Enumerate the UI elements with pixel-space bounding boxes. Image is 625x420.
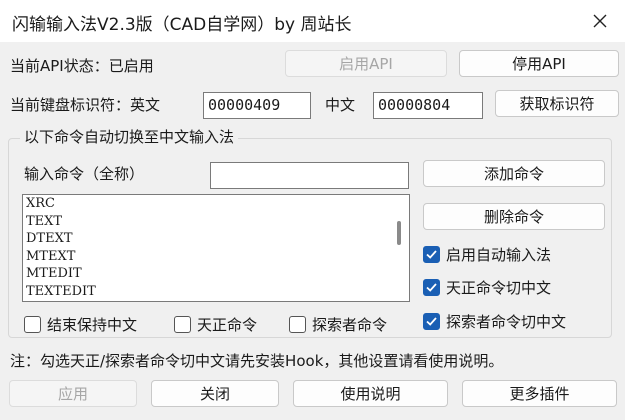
- check-icon: [426, 283, 437, 292]
- keyboard-id-label: 当前键盘标识符：英文: [10, 96, 161, 114]
- explorer-cmd-checkbox[interactable]: 探索者命令: [289, 314, 387, 335]
- more-plugins-button[interactable]: 更多插件: [462, 380, 617, 407]
- command-input[interactable]: [210, 162, 409, 189]
- tianzheng-switch-checkbox[interactable]: 天正命令切中文: [423, 277, 551, 298]
- tianzheng-cmd-checkbox[interactable]: 天正命令: [174, 314, 257, 335]
- checkbox-box: [24, 316, 41, 333]
- group-title: 以下命令自动切换至中文输入法: [20, 126, 239, 147]
- list-item[interactable]: DTEXT: [23, 230, 409, 248]
- english-id-field[interactable]: 00000409: [203, 92, 311, 119]
- list-item[interactable]: TEXT: [23, 213, 409, 231]
- tianzheng-cmd-label: 天正命令: [197, 316, 258, 334]
- window-title: 闪输输入法V2.3版（CAD自学网）by 周站长: [12, 15, 352, 35]
- end-keep-chinese-label: 结束保持中文: [47, 316, 138, 334]
- add-command-button[interactable]: 添加命令: [423, 160, 605, 187]
- close-dialog-button[interactable]: 关闭: [151, 380, 279, 407]
- check-icon: [426, 317, 437, 326]
- auto-input-checkbox[interactable]: 启用自动输入法: [423, 244, 551, 265]
- enable-api-button[interactable]: 启用API: [285, 50, 447, 77]
- app-window: 闪输输入法V2.3版（CAD自学网）by 周站长 当前API状态：已启用 启用A…: [0, 0, 625, 420]
- tianzheng-switch-label: 天正命令切中文: [446, 279, 552, 297]
- explorer-cmd-label: 探索者命令: [312, 316, 388, 334]
- close-icon: [593, 14, 607, 28]
- apply-button[interactable]: 应用: [9, 380, 137, 407]
- end-keep-chinese-checkbox[interactable]: 结束保持中文: [24, 314, 137, 335]
- check-icon: [426, 250, 437, 259]
- command-list[interactable]: XRC TEXT DTEXT MTEXT MTEDIT TEXTEDIT: [22, 194, 410, 302]
- list-item[interactable]: MTEDIT: [23, 265, 409, 283]
- explorer-switch-label: 探索者命令切中文: [446, 313, 567, 331]
- hook-note: 注：勾选天正/探索者命令切中文请先安装Hook，其他设置请看使用说明。: [10, 352, 504, 370]
- checkbox-box: [423, 313, 440, 330]
- explorer-switch-checkbox[interactable]: 探索者命令切中文: [423, 311, 566, 332]
- list-item[interactable]: MTEXT: [23, 248, 409, 266]
- close-button[interactable]: [585, 6, 615, 36]
- auto-input-label: 启用自动输入法: [446, 246, 552, 264]
- list-item[interactable]: XRC: [23, 195, 409, 213]
- get-id-button[interactable]: 获取标识符: [495, 90, 619, 117]
- disable-api-button[interactable]: 停用API: [459, 50, 619, 77]
- checkbox-box: [289, 316, 306, 333]
- delete-command-button[interactable]: 删除命令: [423, 203, 605, 230]
- command-input-label: 输入命令（全称）: [24, 165, 145, 183]
- chinese-id-field[interactable]: 00000804: [373, 92, 483, 119]
- list-scrollbar[interactable]: [397, 221, 401, 245]
- manual-button[interactable]: 使用说明: [293, 380, 448, 407]
- chinese-id-label: 中文: [325, 96, 356, 114]
- checkbox-box: [423, 246, 440, 263]
- checkbox-box: [423, 279, 440, 296]
- list-item[interactable]: TEXTEDIT: [23, 283, 409, 301]
- title-bar: 闪输输入法V2.3版（CAD自学网）by 周站长: [0, 0, 625, 42]
- checkbox-box: [174, 316, 191, 333]
- api-status-label: 当前API状态：已启用: [10, 57, 154, 75]
